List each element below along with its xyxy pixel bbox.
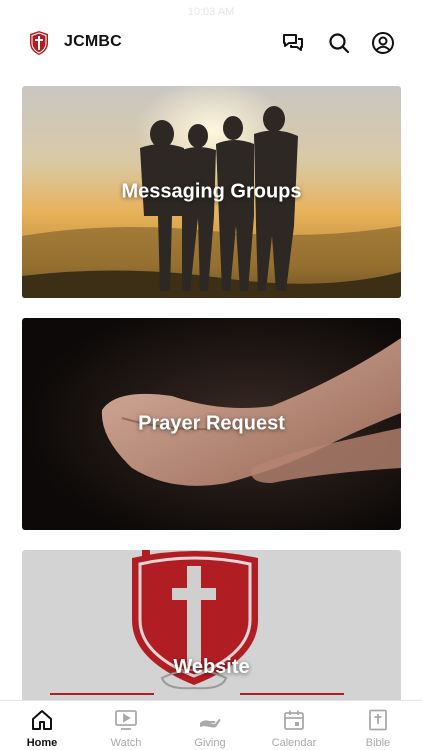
tab-bible-label: Bible	[365, 737, 391, 749]
giving-icon	[200, 719, 221, 728]
tab-calendar-label: Calendar	[271, 737, 317, 749]
user-icon[interactable]	[371, 31, 395, 55]
home-icon	[32, 710, 52, 730]
bible-icon	[369, 709, 387, 731]
calendar-icon	[284, 710, 304, 730]
messaging-groups-label: Messaging Groups	[121, 180, 302, 203]
tab-watch[interactable]: Watch	[84, 701, 168, 750]
tab-giving-label: Giving	[194, 737, 226, 749]
tab-watch-label: Watch	[110, 737, 142, 749]
website-card[interactable]: Website	[22, 550, 401, 702]
chat-icon[interactable]	[281, 31, 305, 55]
church-crest-image	[22, 550, 401, 702]
prayer-request-card[interactable]: Prayer Request	[22, 318, 401, 530]
tab-bible[interactable]: Bible	[336, 701, 420, 750]
app-title: JCMBC	[64, 33, 122, 50]
tab-home[interactable]: Home	[0, 701, 84, 750]
watch-icon	[115, 710, 137, 730]
messaging-groups-card[interactable]: Messaging Groups	[22, 86, 401, 298]
search-icon[interactable]	[327, 31, 351, 55]
church-shield-logo	[30, 31, 48, 55]
prayer-request-label: Prayer Request	[138, 412, 285, 435]
app-header: JCMBC	[0, 26, 422, 60]
website-label: Website	[173, 656, 250, 678]
status-time: 10:03 AM	[187, 6, 235, 18]
bottom-tab-bar: Home Watch Giving Calendar Bible	[0, 700, 422, 750]
tab-home-label: Home	[26, 737, 58, 749]
tab-calendar[interactable]: Calendar	[252, 701, 336, 750]
tab-giving[interactable]: Giving	[168, 701, 252, 750]
